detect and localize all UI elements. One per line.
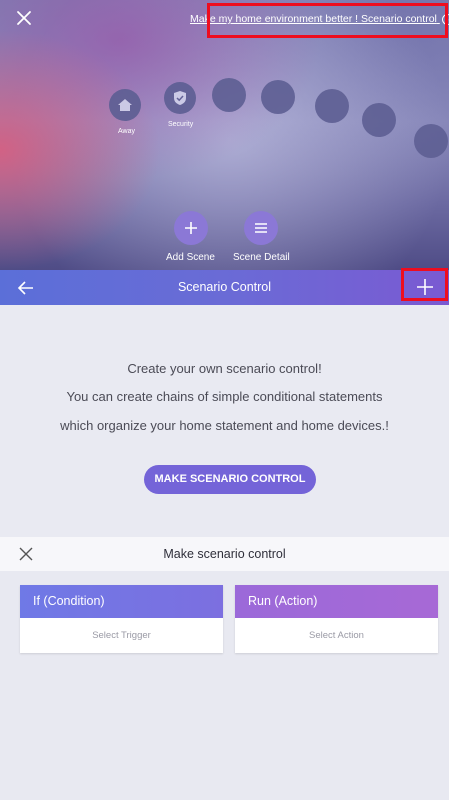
scene-detail-label: Scene Detail bbox=[233, 252, 290, 263]
condition-card[interactable]: If (Condition) Select Trigger bbox=[20, 585, 223, 653]
scene-bubble-empty[interactable] bbox=[414, 124, 448, 158]
scenario-control-link[interactable]: Make my home environment better ! Scenar… bbox=[190, 13, 449, 25]
scene-bubble-empty[interactable] bbox=[261, 80, 295, 114]
scenario-control-link-text: Make my home environment better ! Scenar… bbox=[190, 13, 437, 25]
add-scene-button[interactable] bbox=[174, 211, 208, 245]
close-icon[interactable] bbox=[14, 8, 34, 28]
scene-label-security: Security bbox=[168, 121, 194, 128]
action-title: Run (Action) bbox=[235, 585, 438, 618]
scene-bubble-security[interactable] bbox=[164, 82, 196, 114]
add-scenario-icon[interactable] bbox=[415, 277, 435, 297]
condition-title: If (Condition) bbox=[20, 585, 223, 618]
scene-detail-button[interactable] bbox=[244, 211, 278, 245]
make-scenario-header: Make scenario control bbox=[0, 537, 449, 571]
chevron-right-icon: › bbox=[441, 14, 449, 25]
empty-state-line: You can create chains of simple conditio… bbox=[66, 389, 383, 404]
empty-state-line: which organize your home statement and h… bbox=[60, 418, 389, 433]
empty-state: Create your own scenario control! You ca… bbox=[0, 305, 449, 537]
select-trigger-button[interactable]: Select Trigger bbox=[20, 618, 223, 653]
scene-hero-panel: Make my home environment better ! Scenar… bbox=[0, 0, 449, 270]
make-scenario-body: If (Condition) Select Trigger Run (Actio… bbox=[0, 571, 449, 800]
scene-bubble-empty[interactable] bbox=[362, 103, 396, 137]
add-scene-label: Add Scene bbox=[166, 252, 215, 263]
action-card[interactable]: Run (Action) Select Action bbox=[235, 585, 438, 653]
scene-bubble-empty[interactable] bbox=[315, 89, 349, 123]
scene-label-away: Away bbox=[118, 128, 135, 135]
page-title: Scenario Control bbox=[177, 280, 272, 294]
make-scenario-control-button[interactable]: MAKE SCENARIO CONTROL bbox=[144, 465, 316, 494]
scene-bubble-empty[interactable] bbox=[212, 78, 246, 112]
sheet-title: Make scenario control bbox=[163, 547, 286, 561]
scene-bubble-away[interactable] bbox=[109, 89, 141, 121]
scenario-control-header: Scenario Control bbox=[0, 270, 449, 305]
select-action-button[interactable]: Select Action bbox=[235, 618, 438, 653]
empty-state-line: Create your own scenario control! bbox=[127, 361, 322, 376]
